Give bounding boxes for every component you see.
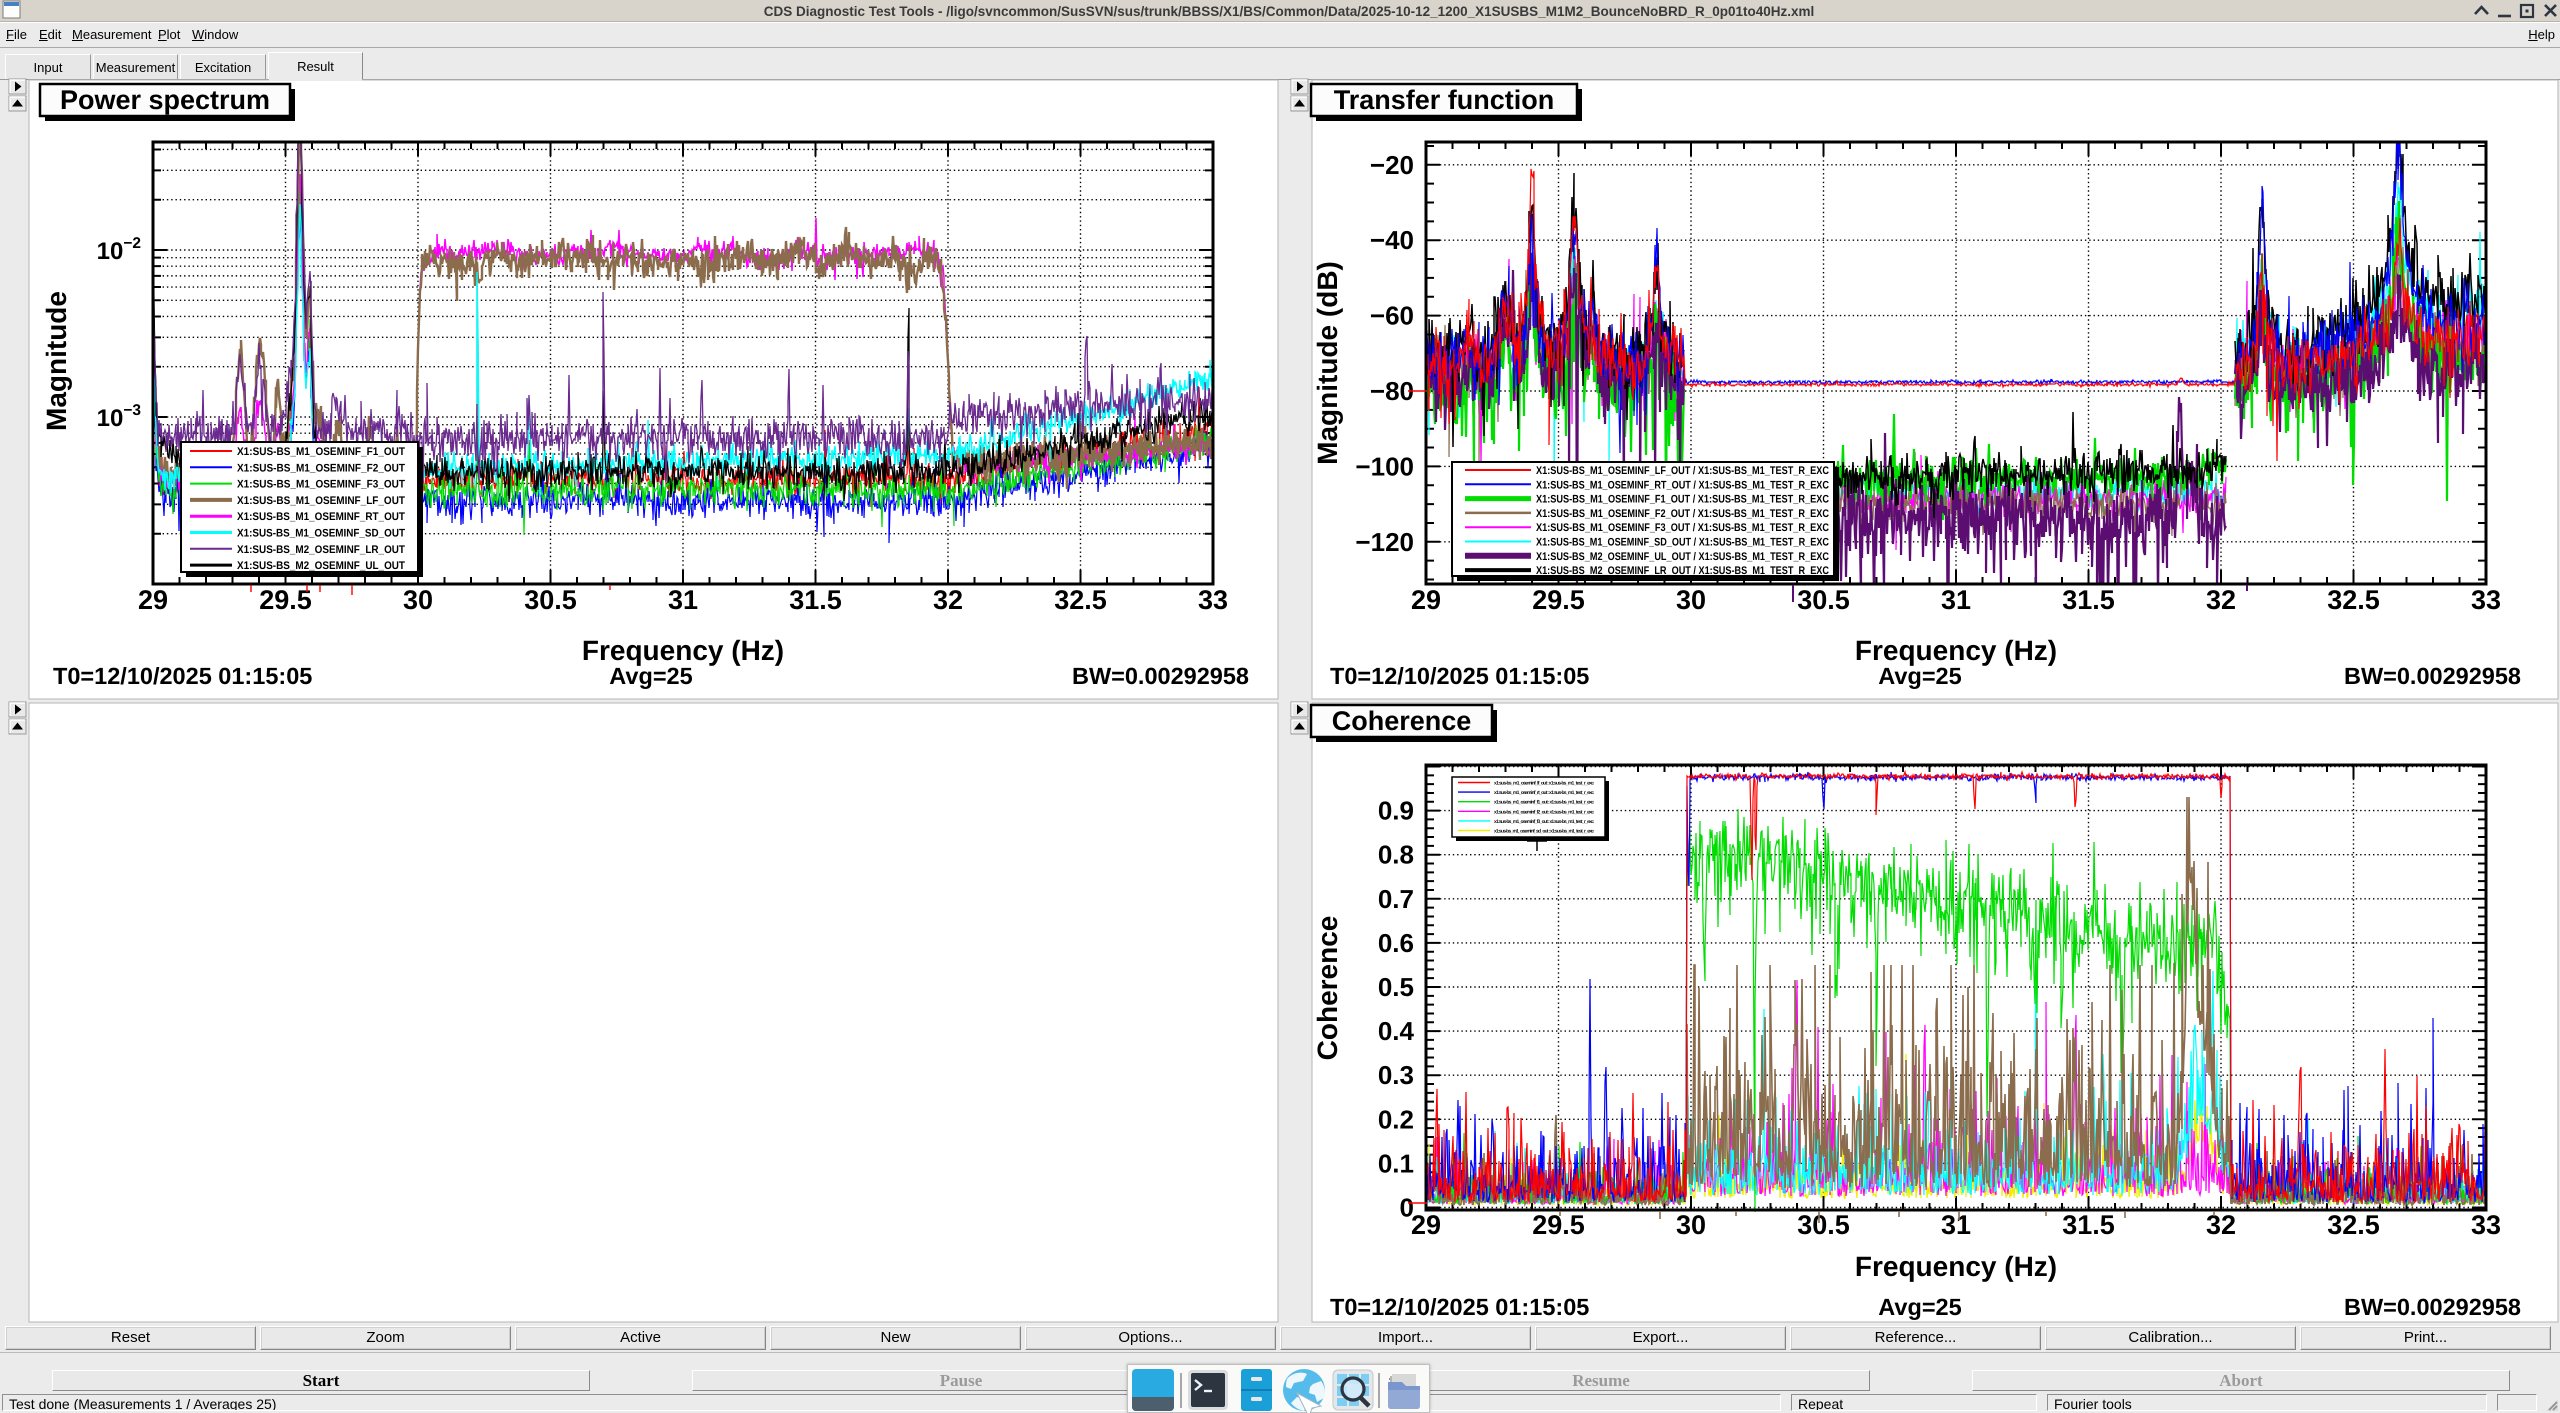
svg-text:Power spectrum: Power spectrum [60, 85, 270, 115]
svg-text:x1:sus-bs_m1_oseminf_f2_out :: x1:sus-bs_m1_oseminf_f2_out : x1:sus-bs_… [1494, 809, 1594, 815]
svg-text:31: 31 [668, 585, 698, 615]
svg-text:33: 33 [2471, 585, 2501, 615]
svg-text:0.5: 0.5 [1378, 972, 1414, 1002]
svg-text:32.5: 32.5 [2327, 1210, 2380, 1240]
svg-text:Frequency (Hz): Frequency (Hz) [1855, 635, 2057, 666]
svg-text:−60: −60 [1370, 301, 1414, 331]
svg-text:0.3: 0.3 [1378, 1060, 1414, 1090]
svg-text:32: 32 [933, 585, 963, 615]
svg-text:31: 31 [1941, 585, 1971, 615]
svg-text:Magnitude (dB): Magnitude (dB) [1312, 261, 1343, 465]
svg-text:X1:SUS-BS_M2_OSEMINF_LR_OUT /: X1:SUS-BS_M2_OSEMINF_LR_OUT / X1:SUS-BS_… [1536, 565, 1829, 577]
svg-text:31: 31 [1941, 1210, 1971, 1240]
svg-text:T0=12/10/2025 01:15:05: T0=12/10/2025 01:15:05 [1330, 663, 1589, 689]
svg-text:33: 33 [1198, 585, 1228, 615]
svg-text:32.5: 32.5 [1054, 585, 1107, 615]
svg-text:Frequency (Hz): Frequency (Hz) [1855, 1251, 2057, 1282]
svg-text:X1:SUS-BS_M1_OSEMINF_RT_OUT: X1:SUS-BS_M1_OSEMINF_RT_OUT [237, 511, 405, 523]
svg-text:0.8: 0.8 [1378, 840, 1414, 870]
svg-text:X1:SUS-BS_M1_OSEMINF_F3_OUT /: X1:SUS-BS_M1_OSEMINF_F3_OUT / X1:SUS-BS_… [1536, 522, 1829, 534]
svg-text:32: 32 [2206, 585, 2236, 615]
svg-text:Coherence: Coherence [1332, 706, 1472, 736]
svg-text:x1:sus-bs_m1_oseminf_lf_out :: x1:sus-bs_m1_oseminf_lf_out : x1:sus-bs_… [1494, 781, 1594, 787]
svg-text:−100: −100 [1355, 451, 1414, 481]
svg-text:T0=12/10/2025 01:15:05: T0=12/10/2025 01:15:05 [1330, 1294, 1589, 1320]
svg-text:0.4: 0.4 [1378, 1016, 1415, 1046]
svg-text:30: 30 [1676, 1210, 1706, 1240]
svg-text:−120: −120 [1355, 527, 1414, 557]
svg-text:30.5: 30.5 [1797, 1210, 1850, 1240]
svg-text:30: 30 [1676, 585, 1706, 615]
svg-text:29: 29 [1411, 1210, 1441, 1240]
svg-text:32.5: 32.5 [2327, 585, 2380, 615]
svg-text:X1:SUS-BS_M1_OSEMINF_SD_OUT: X1:SUS-BS_M1_OSEMINF_SD_OUT [237, 528, 405, 540]
svg-text:30.5: 30.5 [524, 585, 577, 615]
svg-text:0.2: 0.2 [1378, 1104, 1414, 1134]
svg-text:Avg=25: Avg=25 [609, 663, 692, 689]
svg-text:31.5: 31.5 [2062, 1210, 2115, 1240]
svg-text:X1:SUS-BS_M2_OSEMINF_UL_OUT /: X1:SUS-BS_M2_OSEMINF_UL_OUT / X1:SUS-BS_… [1536, 551, 1829, 563]
svg-text:31.5: 31.5 [2062, 585, 2115, 615]
svg-text:BW=0.00292958: BW=0.00292958 [2344, 663, 2521, 689]
svg-text:29.5: 29.5 [259, 585, 312, 615]
svg-text:0.1: 0.1 [1378, 1148, 1414, 1178]
svg-text:29: 29 [1411, 585, 1441, 615]
svg-text:29: 29 [138, 585, 168, 615]
svg-text:−80: −80 [1370, 376, 1414, 406]
svg-text:29.5: 29.5 [1532, 1210, 1585, 1240]
svg-text:Avg=25: Avg=25 [1878, 663, 1961, 689]
svg-text:0.9: 0.9 [1378, 796, 1414, 826]
svg-text:BW=0.00292958: BW=0.00292958 [1072, 663, 1249, 689]
svg-text:x1:sus-bs_m1_oseminf_f1_out :: x1:sus-bs_m1_oseminf_f1_out : x1:sus-bs_… [1494, 800, 1594, 806]
svg-text:X1:SUS-BS_M1_OSEMINF_F2_OUT: X1:SUS-BS_M1_OSEMINF_F2_OUT [237, 462, 405, 474]
svg-text:Magnitude: Magnitude [41, 291, 72, 431]
svg-text:X1:SUS-BS_M1_OSEMINF_F1_OUT /: X1:SUS-BS_M1_OSEMINF_F1_OUT / X1:SUS-BS_… [1536, 494, 1829, 506]
svg-text:X1:SUS-BS_M2_OSEMINF_LR_OUT: X1:SUS-BS_M2_OSEMINF_LR_OUT [237, 544, 405, 556]
svg-text:31.5: 31.5 [789, 585, 842, 615]
svg-text:29.5: 29.5 [1532, 585, 1585, 615]
svg-text:X1:SUS-BS_M1_OSEMINF_LF_OUT /: X1:SUS-BS_M1_OSEMINF_LF_OUT / X1:SUS-BS_… [1536, 465, 1829, 477]
svg-text:30.5: 30.5 [1797, 585, 1850, 615]
svg-text:X1:SUS-BS_M1_OSEMINF_F1_OUT: X1:SUS-BS_M1_OSEMINF_F1_OUT [237, 446, 405, 458]
svg-text:Frequency (Hz): Frequency (Hz) [582, 635, 784, 666]
svg-text:x1:sus-bs_m1_oseminf_rt_out :: x1:sus-bs_m1_oseminf_rt_out : x1:sus-bs_… [1494, 790, 1594, 796]
svg-text:x1:sus-bs_m1_oseminf_f3_out :: x1:sus-bs_m1_oseminf_f3_out : x1:sus-bs_… [1494, 819, 1594, 825]
svg-text:−20: −20 [1370, 150, 1414, 180]
svg-text:X1:SUS-BS_M1_OSEMINF_SD_OUT /: X1:SUS-BS_M1_OSEMINF_SD_OUT / X1:SUS-BS_… [1536, 537, 1829, 549]
svg-text:X1:SUS-BS_M1_OSEMINF_LF_OUT: X1:SUS-BS_M1_OSEMINF_LF_OUT [237, 495, 405, 507]
svg-text:−40: −40 [1370, 225, 1414, 255]
svg-text:Avg=25: Avg=25 [1878, 1294, 1961, 1320]
svg-text:X1:SUS-BS_M2_OSEMINF_UL_OUT: X1:SUS-BS_M2_OSEMINF_UL_OUT [237, 560, 405, 572]
svg-text:0.7: 0.7 [1378, 884, 1414, 914]
svg-text:0.6: 0.6 [1378, 928, 1414, 958]
svg-text:X1:SUS-BS_M1_OSEMINF_F2_OUT /: X1:SUS-BS_M1_OSEMINF_F2_OUT / X1:SUS-BS_… [1536, 508, 1829, 520]
svg-text:32: 32 [2206, 1210, 2236, 1240]
svg-text:X1:SUS-BS_M1_OSEMINF_F3_OUT: X1:SUS-BS_M1_OSEMINF_F3_OUT [237, 479, 405, 491]
svg-text:X1:SUS-BS_M1_OSEMINF_RT_OUT /: X1:SUS-BS_M1_OSEMINF_RT_OUT / X1:SUS-BS_… [1536, 479, 1829, 491]
svg-text:x1:sus-bs_m1_oseminf_sd_out :: x1:sus-bs_m1_oseminf_sd_out : x1:sus-bs_… [1494, 829, 1594, 835]
svg-text:33: 33 [2471, 1210, 2501, 1240]
svg-text:Transfer function: Transfer function [1334, 85, 1555, 115]
svg-text:BW=0.00292958: BW=0.00292958 [2344, 1294, 2521, 1320]
svg-text:Coherence: Coherence [1312, 916, 1343, 1061]
svg-text:T0=12/10/2025 01:15:05: T0=12/10/2025 01:15:05 [53, 663, 312, 689]
svg-text:30: 30 [403, 585, 433, 615]
